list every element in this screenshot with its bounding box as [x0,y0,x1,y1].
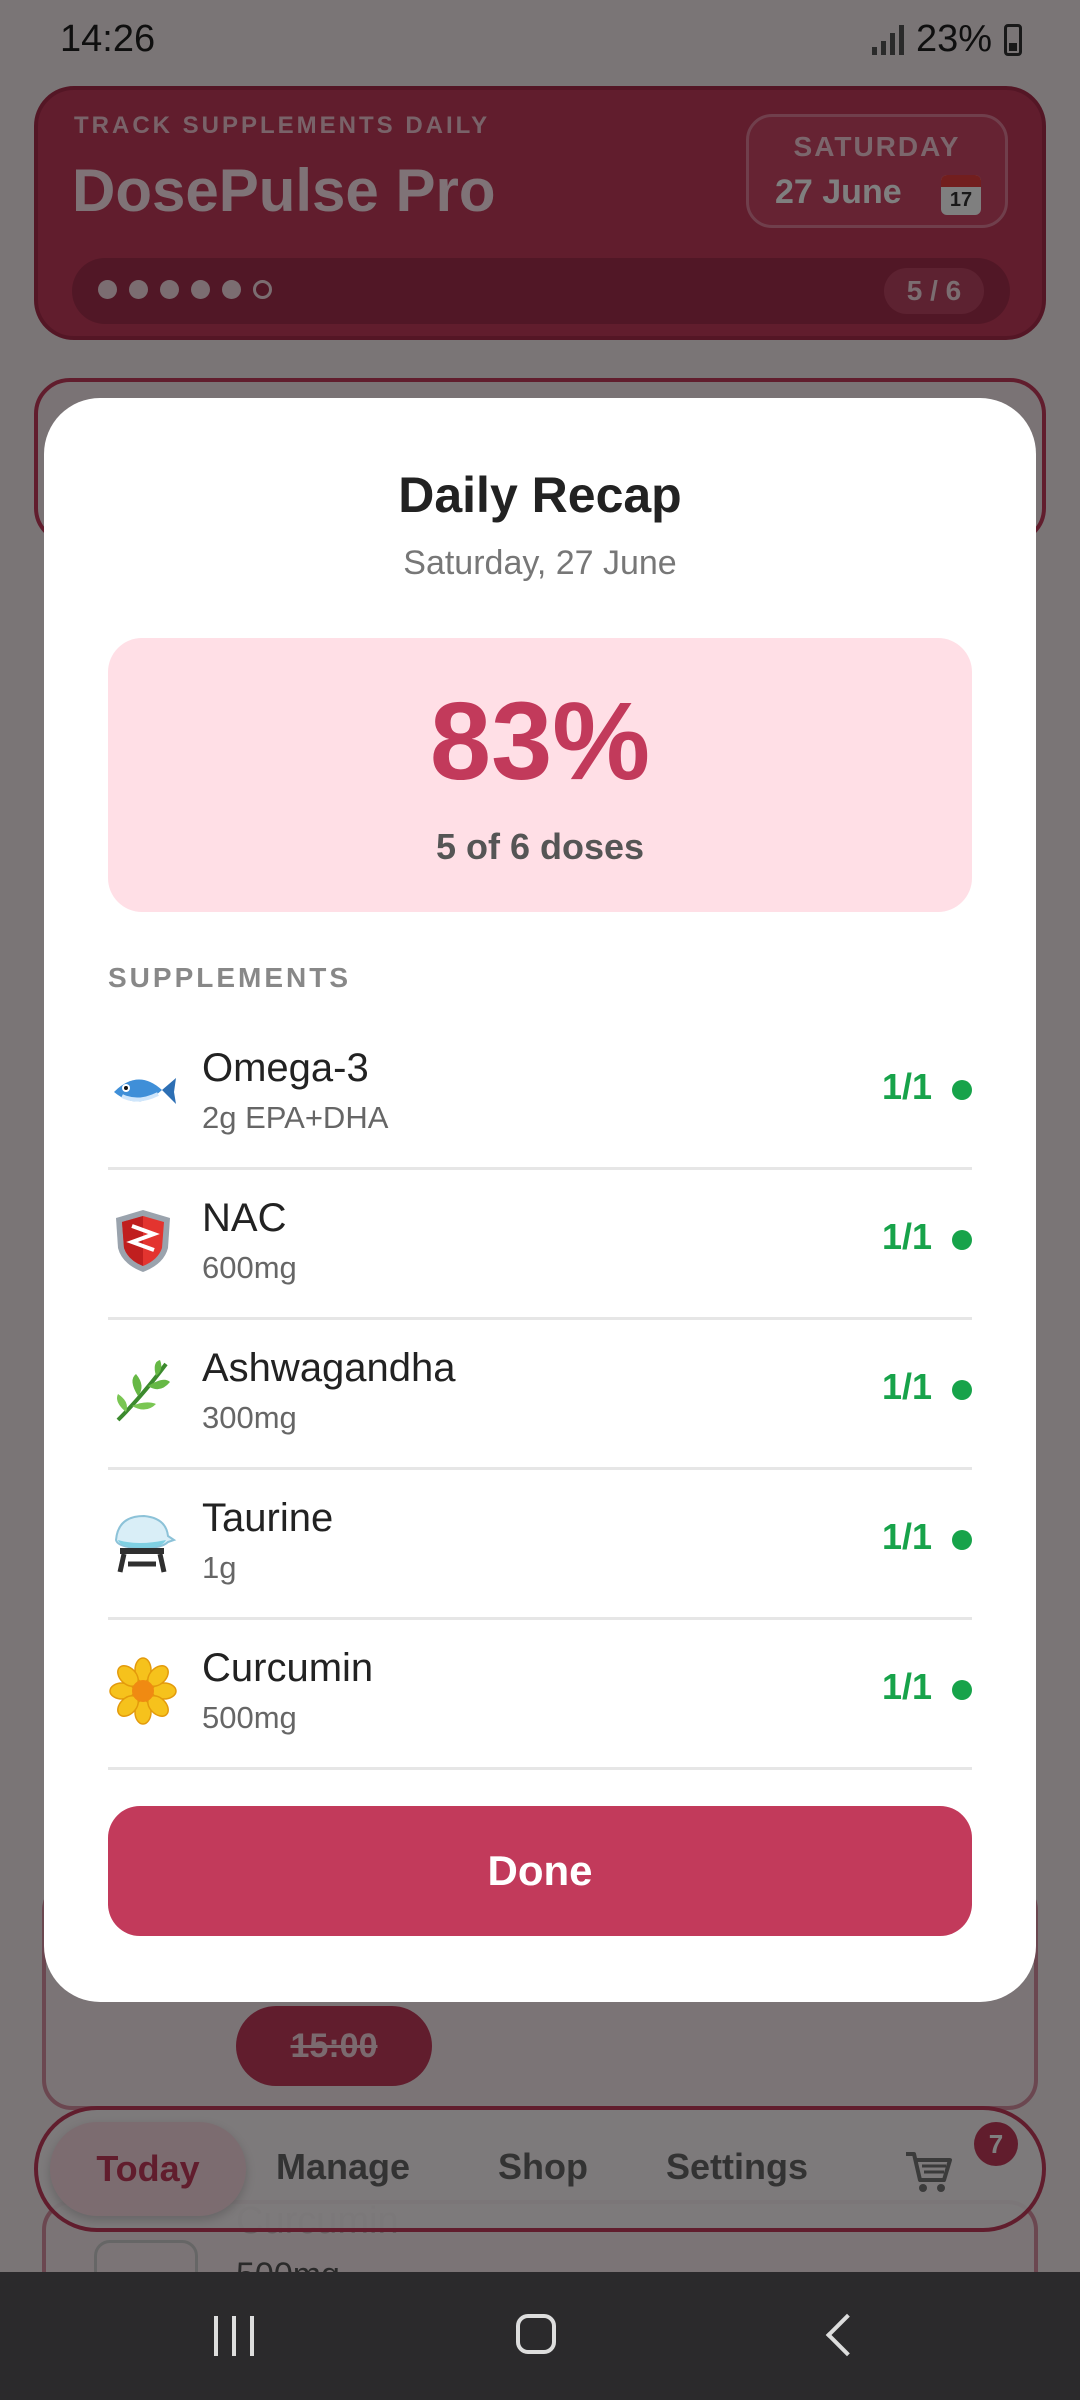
system-nav-bar [0,2272,1080,2400]
status-dot [952,1080,972,1100]
status-dot [952,1680,972,1700]
supplement-name: NAC [202,1196,287,1240]
supplement-list: Omega-3 2g EPA+DHA 1/1 NAC 600mg 1/1 Ash… [108,1020,972,1770]
supplement-name: Ashwagandha [202,1346,456,1390]
supplement-name: Taurine [202,1496,334,1540]
daily-recap-dialog: Daily Recap Saturday, 27 June 83% 5 of 6… [44,398,1036,2002]
doses-summary: 5 of 6 doses [435,826,645,867]
status-dot [952,1530,972,1550]
home-icon[interactable] [516,2314,556,2354]
flask-icon [114,1514,177,1573]
supplement-dose: 2g EPA+DHA [202,1100,389,1135]
shield-icon [116,1210,170,1272]
completion-percent: 83% [429,680,651,803]
supplement-dose: 300mg [202,1400,297,1435]
supplement-status: 1/1 [881,1516,932,1557]
dialog-title: Daily Recap [398,467,682,523]
supplement-name: Curcumin [202,1646,374,1690]
supplement-status: 1/1 [881,1216,932,1257]
section-label: SUPPLEMENTS [108,962,352,993]
flower-icon [109,1657,177,1725]
back-icon[interactable] [825,2313,869,2357]
dialog-subtitle: Saturday, 27 June [403,544,677,582]
supplement-row-omega-3: Omega-3 2g EPA+DHA 1/1 [108,1020,972,1170]
supplement-name: Omega-3 [202,1046,369,1090]
status-dot [952,1230,972,1250]
status-dot [952,1380,972,1400]
completion-card: 83% 5 of 6 doses [108,638,972,912]
supplement-dose: 600mg [202,1250,297,1285]
supplement-dose: 1g [202,1550,237,1585]
recents-icon[interactable] [214,2316,254,2356]
supplement-status: 1/1 [881,1366,932,1407]
supplement-status: 1/1 [881,1666,932,1707]
supplement-status: 1/1 [881,1066,932,1107]
supplement-row-nac: NAC 600mg 1/1 [108,1170,972,1320]
supplement-dose: 500mg [202,1700,297,1735]
supplement-row-curcumin: Curcumin 500mg 1/1 [108,1620,972,1770]
herb-icon [116,1360,170,1422]
done-button[interactable]: Done [108,1806,972,1936]
supplement-row-taurine: Taurine 1g 1/1 [108,1470,972,1620]
supplement-row-ashwagandha: Ashwagandha 300mg 1/1 [108,1320,972,1470]
fish-icon [114,1078,176,1104]
